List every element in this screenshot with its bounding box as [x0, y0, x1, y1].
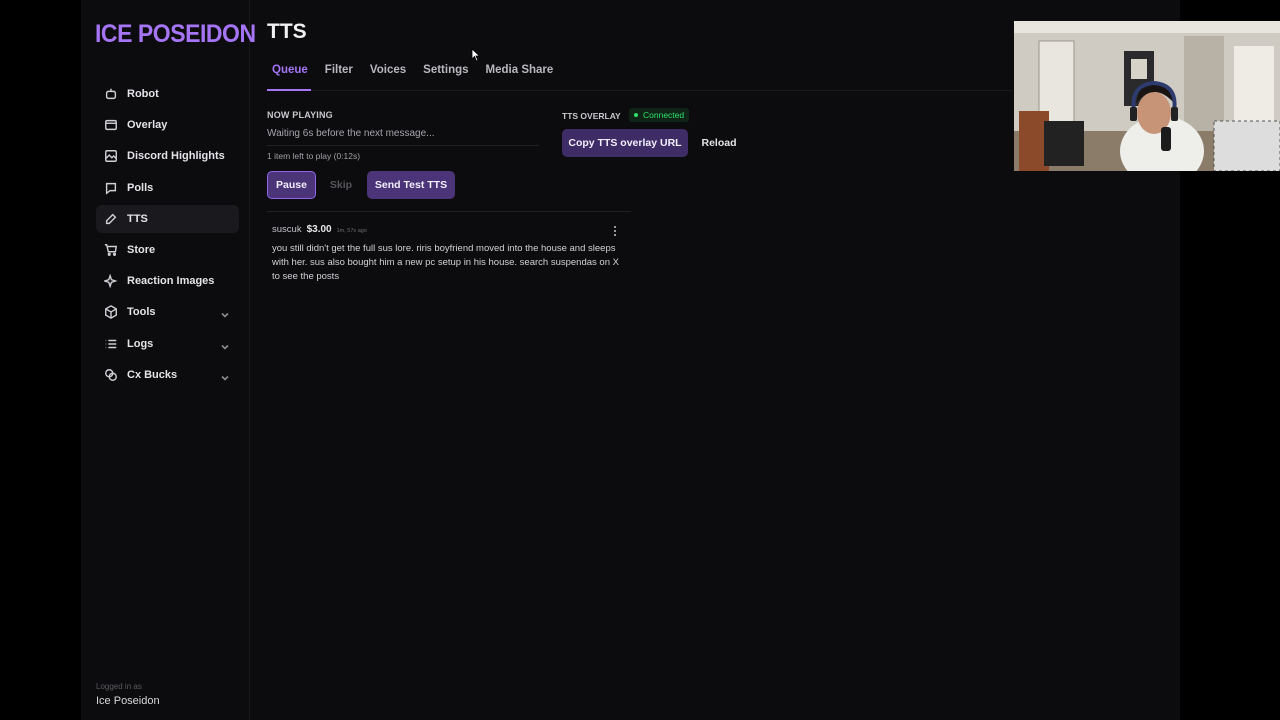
sidebar-item-overlay[interactable]: Overlay	[96, 111, 239, 139]
chevron-down-icon[interactable]	[220, 339, 230, 350]
gallery-icon	[104, 149, 118, 163]
more-options-icon[interactable]	[613, 226, 617, 238]
sidebar: ICE POSEIDON Robot Overlay Discord Highl…	[81, 0, 256, 720]
sidebar-item-robot[interactable]: Robot	[96, 80, 239, 108]
queue-item-user: suscuk	[272, 224, 302, 235]
status-dot-icon	[634, 113, 638, 117]
sidebar-item-discord-highlights[interactable]: Discord Highlights	[96, 142, 239, 170]
sidebar-item-logs[interactable]: Logs	[96, 330, 239, 358]
tab-queue[interactable]: Queue	[272, 64, 308, 85]
reload-button[interactable]: Reload	[697, 129, 741, 157]
tab-settings[interactable]: Settings	[423, 64, 468, 85]
mouse-cursor-icon	[471, 48, 481, 62]
logged-in-info: Logged in as Ice Poseidon	[96, 682, 160, 707]
sidebar-item-label: TTS	[127, 212, 148, 225]
copy-overlay-url-button[interactable]: Copy TTS overlay URL	[562, 129, 688, 157]
now-playing-status: Waiting 6s before the next message...	[267, 128, 435, 139]
sidebar-item-reaction-images[interactable]: Reaction Images	[96, 267, 239, 295]
logged-in-label: Logged in as	[96, 682, 142, 691]
queue-item-amount: $3.00	[306, 224, 332, 235]
sparkle-icon	[104, 274, 118, 289]
coins-icon	[104, 368, 118, 382]
tab-voices[interactable]: Voices	[370, 64, 406, 85]
playback-controls: Pause Skip Send Test TTS	[267, 171, 455, 199]
robot-icon	[104, 87, 118, 101]
cart-icon	[104, 243, 118, 257]
sidebar-nav: Robot Overlay Discord Highlights Polls T…	[96, 80, 239, 392]
sidebar-item-tools[interactable]: Tools	[96, 298, 239, 326]
now-playing-progress	[267, 145, 539, 146]
status-text: Connected	[643, 110, 685, 120]
webcam-overlay	[1014, 21, 1280, 171]
chat-icon	[104, 181, 118, 195]
sidebar-item-polls[interactable]: Polls	[96, 174, 239, 202]
skip-button[interactable]: Skip	[318, 171, 364, 199]
sidebar-item-label: Reaction Images	[127, 275, 215, 288]
sidebar-item-label: Discord Highlights	[127, 150, 225, 163]
tts-overlay-label: TTS OVERLAY	[562, 111, 621, 121]
sidebar-item-label: Cx Bucks	[127, 368, 178, 381]
sidebar-item-label: Logs	[127, 337, 154, 350]
chevron-down-icon[interactable]	[220, 307, 230, 318]
send-test-tts-button[interactable]: Send Test TTS	[367, 171, 455, 199]
pause-button[interactable]: Pause	[267, 171, 316, 199]
main-content: TTS Queue Filter Voices Settings Media S…	[267, 0, 1012, 720]
active-tab-indicator	[267, 89, 311, 91]
sidebar-item-cx-bucks[interactable]: Cx Bucks	[96, 361, 239, 389]
tab-bar: Queue Filter Voices Settings Media Share	[272, 64, 570, 85]
logo[interactable]: ICE POSEIDON	[95, 20, 256, 49]
queue-item-header: suscuk $3.00 1m, 57s ago	[272, 224, 624, 235]
queue-item: suscuk $3.00 1m, 57s ago you still didn'…	[272, 224, 624, 284]
cube-icon	[104, 305, 118, 320]
queue-remaining: 1 item left to play (0:12s)	[267, 151, 361, 161]
now-playing-heading: NOW PLAYING	[267, 110, 333, 120]
queue-divider	[267, 211, 631, 212]
sidebar-item-tts[interactable]: TTS	[96, 204, 239, 233]
sidebar-item-label: Polls	[127, 181, 154, 194]
chevron-down-icon[interactable]	[220, 370, 230, 381]
sidebar-item-label: Store	[127, 243, 156, 256]
sidebar-item-label: Overlay	[127, 119, 168, 132]
sidebar-item-store[interactable]: Store	[96, 236, 239, 264]
microphone-icon	[104, 212, 118, 226]
status-badge: Connected	[629, 108, 690, 122]
queue-item-time: 1m, 57s ago	[336, 228, 367, 234]
queue-item-message: you still didn't get the full sus lore. …	[272, 243, 619, 282]
sidebar-item-label: Robot	[127, 88, 159, 100]
tab-filter[interactable]: Filter	[325, 64, 353, 85]
page-title: TTS	[267, 20, 307, 43]
tabs-divider	[267, 90, 1012, 91]
list-icon	[104, 337, 118, 351]
sidebar-item-label: Tools	[127, 306, 156, 319]
tab-media-share[interactable]: Media Share	[486, 64, 554, 85]
webcam-feed	[1014, 21, 1280, 171]
logged-in-user[interactable]: Ice Poseidon	[96, 695, 160, 707]
overlay-icon	[104, 118, 118, 132]
